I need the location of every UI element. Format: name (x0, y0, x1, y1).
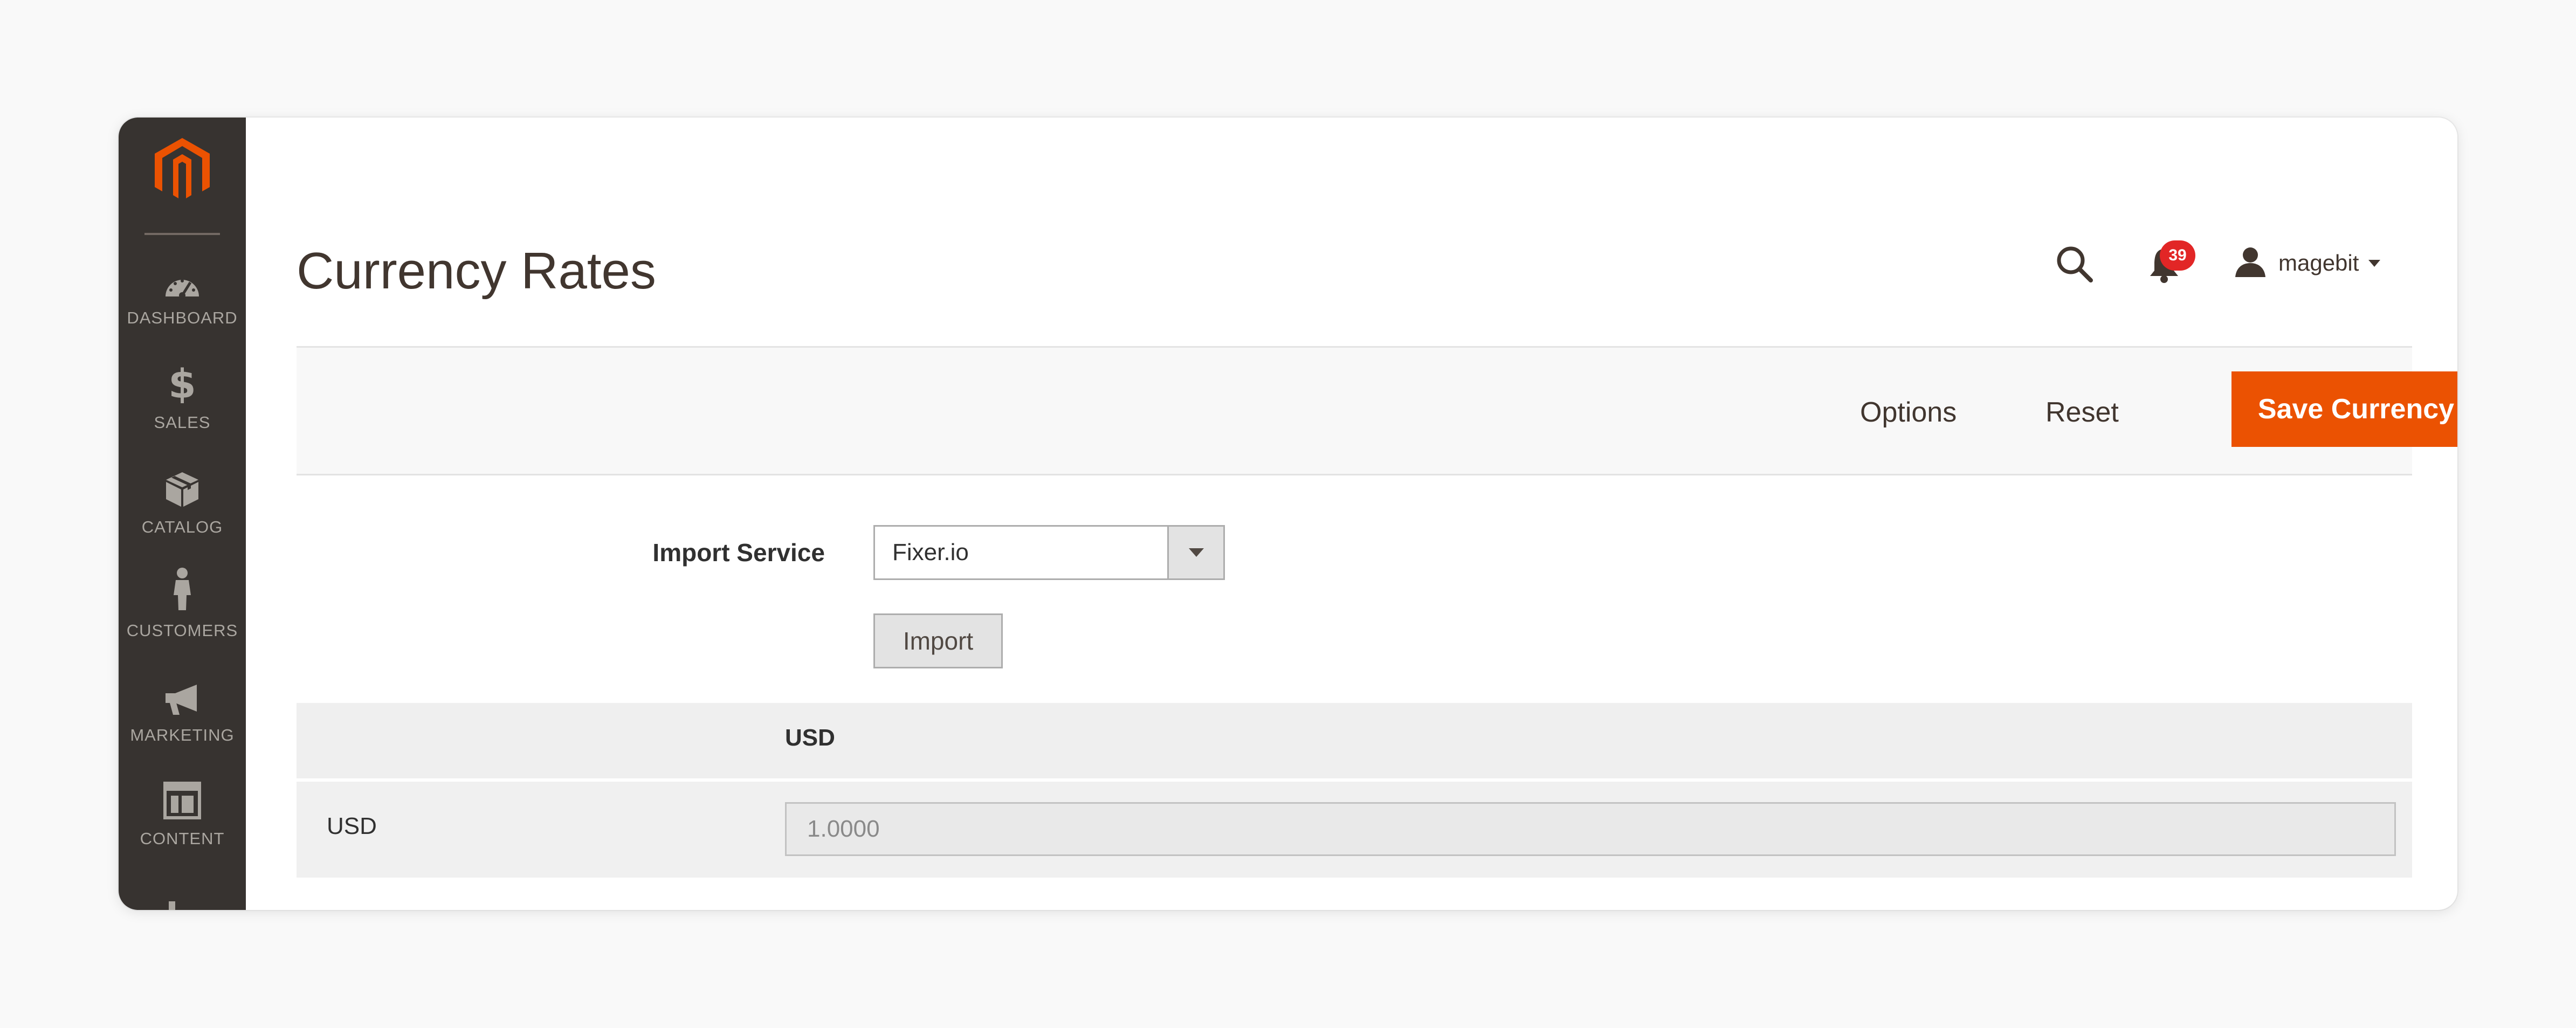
sidebar-item-dashboard[interactable]: DASHBOARD (119, 252, 246, 339)
sidebar-item-customers[interactable]: CUSTOMERS (119, 565, 246, 651)
dollar-icon: $ (170, 357, 195, 403)
import-button[interactable]: Import (873, 613, 1003, 668)
import-service-label: Import Service (652, 539, 825, 567)
sidebar-item-label: DASHBOARD (127, 308, 238, 327)
sidebar-item-reports[interactable] (119, 878, 246, 910)
admin-window: DASHBOARD $ SALES CATALOG CUSTOMERS MARK… (119, 118, 2457, 910)
page-actions-bar: Options Reset Save Currency Rates (297, 346, 2457, 475)
page-title: Currency Rates (297, 242, 656, 300)
sidebar-item-label: CUSTOMERS (126, 621, 238, 640)
magento-logo[interactable] (119, 133, 246, 208)
column-header: USD (785, 725, 835, 751)
chevron-down-icon (2368, 259, 2381, 267)
notification-badge[interactable]: 39 (2160, 240, 2195, 271)
box-icon (165, 461, 199, 508)
row-currency: USD (327, 813, 377, 839)
sidebar: DASHBOARD $ SALES CATALOG CUSTOMERS MARK… (119, 118, 246, 910)
import-service-value: Fixer.io (892, 539, 969, 565)
sidebar-item-label: CONTENT (140, 829, 225, 848)
username: magebit (2278, 250, 2359, 275)
bar-chart-icon (163, 878, 201, 910)
rate-input[interactable]: 1.0000 (785, 802, 2396, 856)
sidebar-item-content[interactable]: CONTENT (119, 773, 246, 859)
dropdown-toggle[interactable] (1167, 527, 1223, 578)
sidebar-item-sales[interactable]: $ SALES (119, 357, 246, 443)
layout-icon (163, 773, 201, 819)
svg-text:$: $ (170, 362, 195, 403)
user-menu[interactable]: magebit (2234, 244, 2381, 282)
megaphone-icon (163, 670, 201, 716)
user-icon (2234, 246, 2267, 281)
search-icon[interactable] (2053, 243, 2096, 286)
currency-rates-table: USD USD 1.0000 (297, 703, 2412, 878)
import-service-select[interactable]: Fixer.io (873, 525, 1225, 580)
sidebar-item-marketing[interactable]: MARKETING (119, 670, 246, 756)
chevron-down-icon (1188, 548, 1204, 557)
dashboard-icon (163, 252, 201, 299)
table-header: USD (297, 703, 2412, 778)
sidebar-item-catalog[interactable]: CATALOG (119, 461, 246, 548)
reset-button[interactable]: Reset (2045, 385, 2119, 439)
save-currency-rates-button[interactable]: Save Currency Rates (2231, 371, 2457, 447)
sidebar-item-label: MARKETING (130, 726, 235, 744)
options-button[interactable]: Options (1860, 385, 1957, 439)
logo-divider (144, 233, 220, 235)
person-icon (171, 565, 193, 611)
table-row: USD 1.0000 (297, 778, 2412, 878)
sidebar-item-label: CATALOG (141, 518, 223, 536)
sidebar-item-label: SALES (154, 413, 211, 432)
